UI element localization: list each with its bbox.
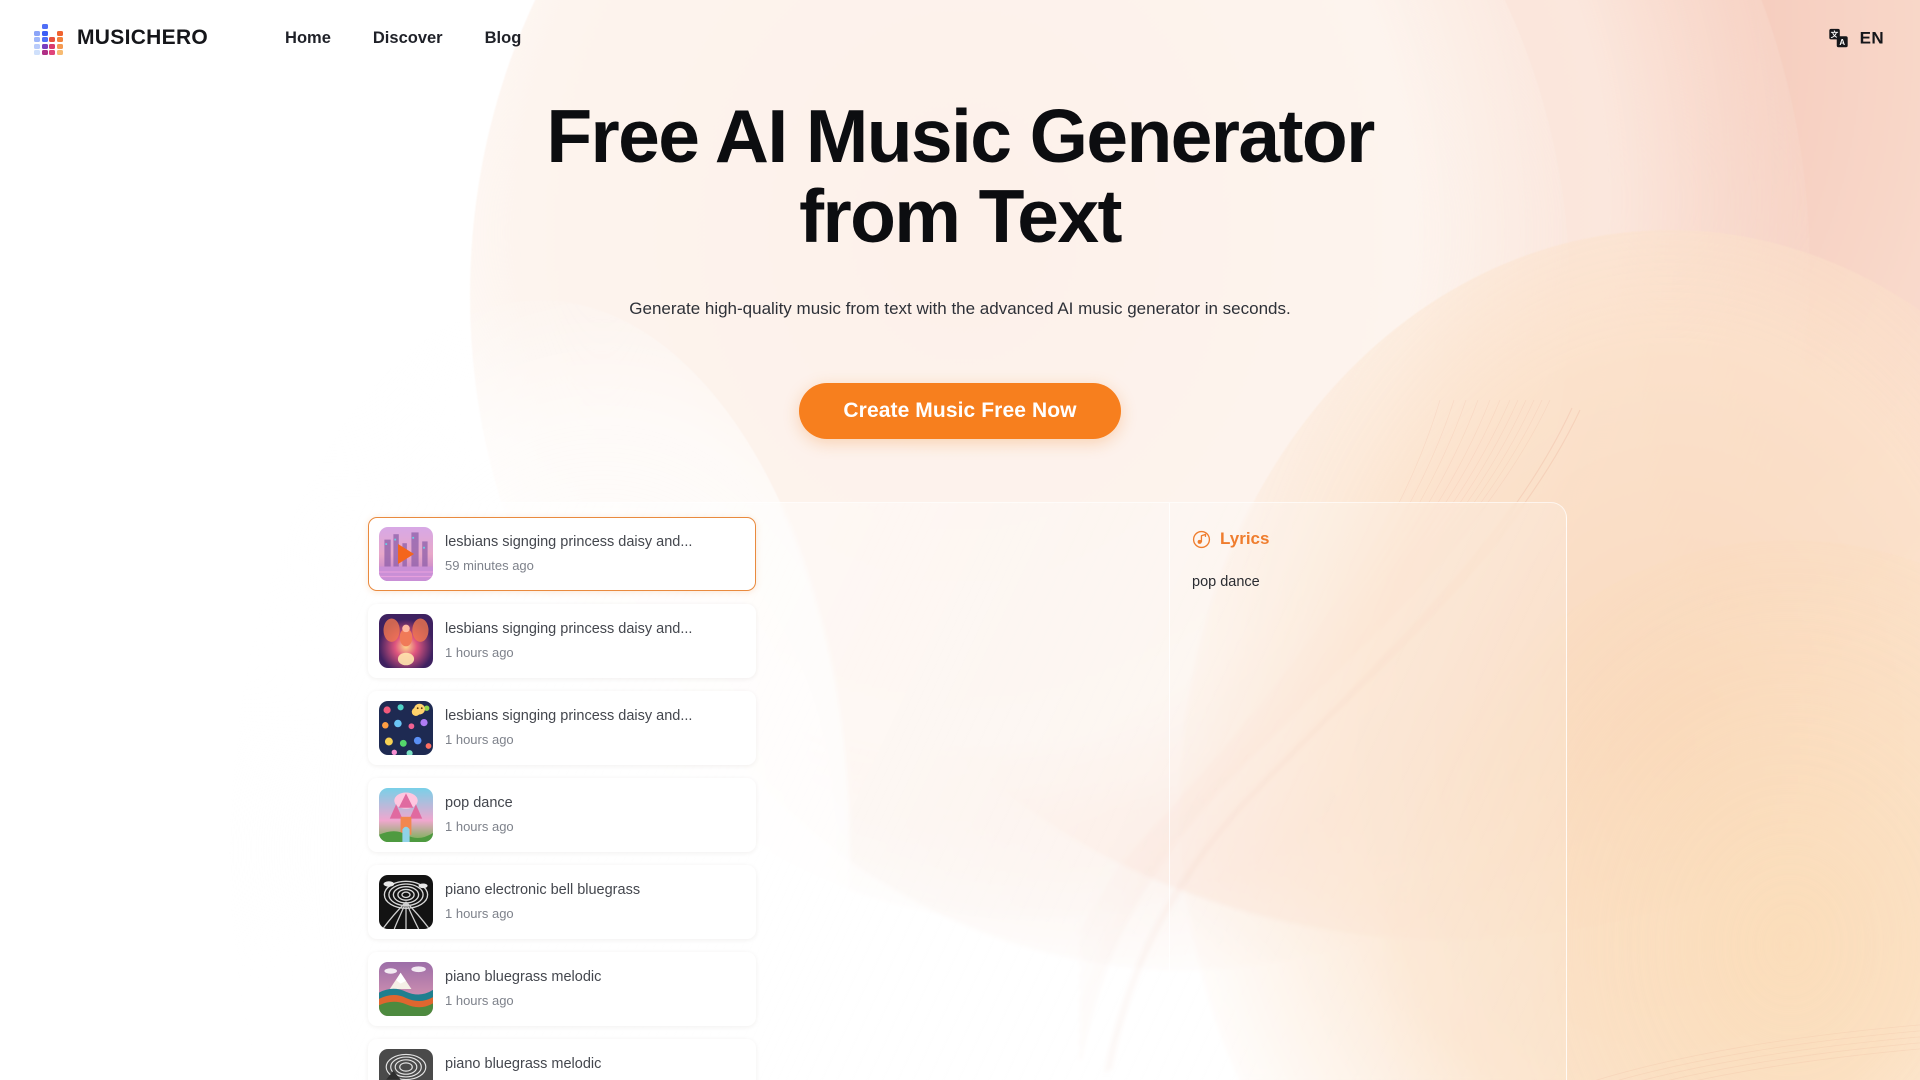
track-timestamp: 1 hours ago: [445, 992, 514, 1008]
track-meta: pop dance 1 hours ago: [445, 794, 514, 835]
track-timestamp: 59 minutes ago: [445, 557, 534, 573]
track-timestamp: 1 hours ago: [445, 644, 514, 660]
play-icon[interactable]: [398, 544, 414, 564]
track-title: lesbians signging princess daisy and...: [445, 708, 693, 725]
track-timestamp: 1 hours ago: [445, 818, 514, 834]
track-timestamp: 1 hours ago: [445, 731, 514, 747]
track-title: piano electronic bell bluegrass: [445, 882, 641, 899]
vinyl-note-icon: [1192, 530, 1211, 548]
track-title: pop dance: [445, 795, 513, 812]
track-timestamp: 1 hours ago: [445, 905, 514, 921]
track-card[interactable]: lesbians signging princess daisy and... 1…: [368, 691, 756, 765]
brand-logo[interactable]: MUSICHERO: [34, 24, 209, 56]
lyrics-header: Lyrics: [1192, 529, 1540, 549]
nav-home[interactable]: Home: [285, 29, 331, 48]
lyrics-panel: Lyrics pop dance: [1169, 503, 1566, 1080]
hero-title-line-1: Free AI Music Generator: [546, 94, 1375, 178]
track-title: piano bluegrass melodic: [445, 969, 602, 986]
svg-text:A: A: [1839, 38, 1845, 47]
track-list[interactable]: lesbians signging princess daisy and... 5…: [354, 503, 1169, 1080]
track-meta: piano bluegrass melodic 1 hours ago: [445, 968, 601, 1009]
language-switcher[interactable]: 文 A EN: [1828, 28, 1884, 49]
translate-icon: 文 A: [1828, 28, 1848, 48]
track-title: piano bluegrass melodic: [445, 1056, 602, 1073]
track-card[interactable]: piano electronic bell bluegrass 1 hours a…: [368, 865, 756, 939]
showcase-panel: lesbians signging princess daisy and... 5…: [353, 502, 1567, 1080]
create-music-button[interactable]: Create Music Free Now: [799, 382, 1121, 439]
track-meta: lesbians signging princess daisy and... 1…: [445, 707, 692, 748]
main-nav: Home Discover Blog: [285, 29, 521, 48]
track-artwork[interactable]: [379, 527, 433, 581]
track-artwork[interactable]: [379, 962, 433, 1016]
track-card[interactable]: piano bluegrass melodic1 hours ago: [368, 1039, 756, 1080]
track-meta: piano electronic bell bluegrass 1 hours a…: [445, 881, 640, 922]
landing-page: MUSICHERO Home Discover Blog 文 A EN Free…: [0, 0, 1920, 1080]
brand-name: MUSICHERO: [77, 26, 209, 49]
track-artwork[interactable]: [379, 701, 433, 755]
nav-blog[interactable]: Blog: [485, 29, 522, 48]
track-meta: lesbians signging princess daisy and... 1…: [445, 620, 692, 661]
track-artwork[interactable]: [379, 1049, 433, 1080]
equalizer-logo-icon: [34, 24, 64, 56]
track-title: lesbians signging princess daisy and...: [445, 534, 693, 551]
track-meta: piano bluegrass melodic1 hours ago: [445, 1055, 601, 1080]
track-meta: lesbians signging princess daisy and... 5…: [445, 533, 692, 574]
language-code: EN: [1859, 28, 1884, 47]
hero-title-line-2: from Text: [799, 174, 1122, 259]
track-card[interactable]: lesbians signging princess daisy and... 1…: [368, 604, 756, 678]
track-artwork[interactable]: [379, 614, 433, 668]
cta-row: Create Music Free Now: [0, 382, 1920, 439]
track-card[interactable]: pop dance 1 hours ago: [368, 778, 756, 852]
track-card[interactable]: lesbians signging princess daisy and... 5…: [368, 517, 756, 591]
site-header: MUSICHERO Home Discover Blog 文 A EN: [0, 0, 1920, 76]
lyrics-text: pop dance: [1192, 574, 1260, 590]
hero-subtitle: Generate high-quality music from text wi…: [629, 298, 1291, 318]
track-artwork[interactable]: [379, 788, 433, 842]
track-artwork[interactable]: [379, 875, 433, 929]
track-title: lesbians signging princess daisy and...: [445, 621, 693, 638]
nav-discover[interactable]: Discover: [373, 29, 443, 48]
track-card[interactable]: piano bluegrass melodic 1 hours ago: [368, 952, 756, 1026]
page-title: Free AI Music Generator from Text: [460, 96, 1460, 257]
hero-section: Free AI Music Generator from Text Genera…: [0, 96, 1920, 439]
lyrics-label: Lyrics: [1220, 529, 1270, 548]
